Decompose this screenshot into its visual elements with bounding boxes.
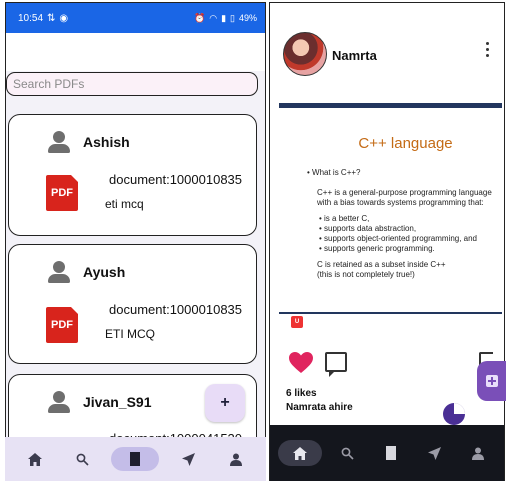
wifi-icon: ◠ (209, 12, 218, 23)
search-bar[interactable] (6, 72, 258, 96)
signal-icon: ⇅ (47, 12, 56, 24)
user-name: Ashish (83, 134, 130, 150)
home-icon[interactable] (277, 440, 322, 466)
avatar[interactable] (283, 32, 327, 76)
university-logo-icon: U (291, 316, 303, 328)
heart-icon[interactable] (289, 352, 313, 374)
likes-count: 6 likes (286, 388, 317, 399)
slide-title: C++ language (358, 135, 453, 152)
battery-icon: ▯ (230, 12, 235, 23)
bottom-nav (5, 437, 266, 481)
slide-bullet: supports generic programming. (319, 244, 498, 254)
home-icon[interactable] (17, 447, 53, 471)
profile-icon[interactable] (460, 441, 496, 465)
user-name: Ayush (83, 264, 126, 280)
slide-bullet: supports object-oriented programming, an… (319, 234, 498, 244)
slide-question: What is C++? (312, 168, 361, 177)
slide-footer-line1: C is retained as a subset inside C++ (317, 260, 446, 269)
post-user-name[interactable]: Namrta (332, 48, 377, 63)
profile-icon[interactable] (218, 447, 254, 471)
card-user: Ayush (47, 260, 125, 284)
bottom-nav-dark (270, 425, 504, 481)
send-icon[interactable] (171, 447, 207, 471)
library-icon[interactable] (373, 441, 409, 465)
screenshot: 10:54 ⇅ ◉ ⏰ ◠ ▮ ▯ 49% Ashish PDF documen… (0, 0, 506, 485)
document-name: document:1000010835 (109, 302, 243, 317)
add-post-button[interactable] (477, 361, 506, 401)
slide-footer-line2: (this is not completely true!) (317, 270, 415, 279)
pdf-preview-slide[interactable]: C++ language • What is C++? C++ is a gen… (279, 103, 502, 328)
status-time: 10:54 (18, 12, 44, 24)
person-icon (47, 390, 71, 414)
top-bar (6, 33, 265, 71)
slide-body: • What is C++? C++ is a general-purpose … (293, 168, 498, 280)
document-title: ETI MCQ (105, 327, 155, 341)
slide-paragraph: C++ is a general-purpose programming lan… (317, 188, 492, 207)
more-options-icon[interactable] (486, 42, 490, 57)
library-icon[interactable] (111, 447, 160, 471)
progress-indicator-icon (443, 403, 465, 425)
slide-divider (279, 312, 502, 314)
slide-bullets: is a better C, supports data abstraction… (319, 214, 498, 254)
pdf-icon[interactable]: PDF (46, 175, 78, 211)
cell-icon: ▮ (221, 12, 227, 23)
add-button[interactable]: + (205, 384, 245, 422)
slide-bullet: supports data abstraction, (319, 224, 498, 234)
comment-icon[interactable] (325, 352, 347, 377)
slide-bullet: is a better C, (319, 214, 498, 224)
poster-name[interactable]: Namrata ahire (286, 402, 353, 413)
search-icon[interactable] (329, 441, 365, 465)
search-icon[interactable] (64, 447, 100, 471)
send-icon[interactable] (417, 441, 453, 465)
person-icon (47, 130, 71, 154)
chrome-icon: ◉ (59, 12, 69, 24)
search-input[interactable] (13, 77, 257, 91)
status-bar: 10:54 ⇅ ◉ ⏰ ◠ ▮ ▯ 49% (6, 3, 265, 33)
pdf-card[interactable]: Ayush PDF document:1000010835 ETI MCQ (8, 244, 257, 364)
person-icon (47, 260, 71, 284)
alarm-icon: ⏰ (194, 12, 206, 23)
battery-text: 49% (238, 13, 257, 23)
document-name: document:1000010835 (109, 172, 243, 187)
card-user: Jivan_S91 (47, 390, 152, 414)
pdf-icon[interactable]: PDF (46, 307, 78, 343)
user-name: Jivan_S91 (83, 394, 152, 410)
card-user: Ashish (47, 130, 130, 154)
pdf-card[interactable]: Ashish PDF document:1000010835 eti mcq (8, 114, 257, 236)
document-title: eti mcq (105, 197, 144, 211)
